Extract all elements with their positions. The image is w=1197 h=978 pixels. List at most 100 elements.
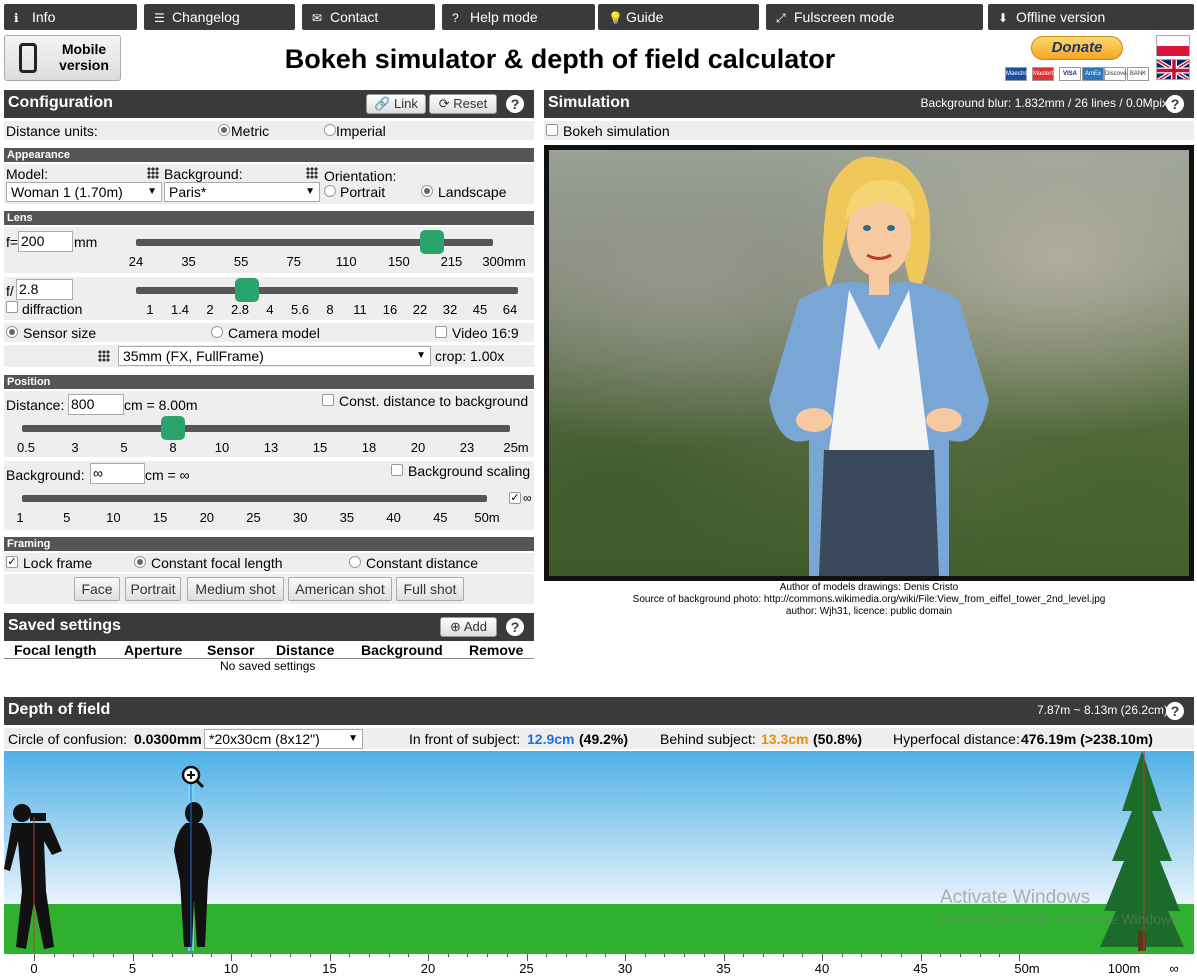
constant-distance-radio[interactable] (349, 556, 361, 568)
simulation-help-icon[interactable]: ? (1166, 95, 1184, 113)
reset-button[interactable]: ⟳ Reset (429, 94, 497, 114)
ruler-label: 25 (519, 961, 534, 976)
saved-help-icon[interactable]: ? (506, 618, 524, 636)
card-discover-icon: Discover (1104, 67, 1128, 81)
american-shot-button[interactable]: American shot (288, 577, 392, 601)
ruler-label: ∞ (1169, 961, 1179, 976)
slider-tick-label: 300mm (482, 254, 526, 269)
ruler-label: 10 (223, 961, 239, 976)
distance-slider[interactable] (22, 425, 510, 432)
dropdown-arrow-icon: ▼ (416, 350, 426, 361)
metric-radio[interactable] (218, 124, 230, 136)
nav-info-button[interactable]: ℹ Info (4, 4, 137, 30)
envelope-icon: ✉ (312, 11, 323, 25)
ruler-label: 15 (322, 961, 337, 976)
slider-tick-label: 30 (292, 510, 308, 525)
imperial-radio[interactable] (324, 124, 336, 136)
video-checkbox[interactable] (435, 326, 447, 338)
aperture-slider-handle[interactable] (234, 278, 259, 302)
slider-tick-label: 2.8 (230, 302, 250, 317)
nav-changelog-button[interactable]: ☰ Changelog (144, 4, 295, 30)
nav-fullscreen-button[interactable]: ⤢ Fulscreen mode (766, 4, 983, 30)
camera-model-radio[interactable] (211, 326, 223, 338)
aperture-input[interactable]: 2.8 (16, 279, 73, 300)
card-bank-icon: BANK (1127, 67, 1149, 81)
focal-length-input[interactable]: 200 (18, 231, 73, 252)
coc-select[interactable]: *20x30cm (8x12") ▼ (204, 729, 363, 749)
slider-tick-label: 45 (472, 302, 488, 317)
mobile-version-button[interactable]: Mobile version (4, 35, 121, 81)
background-slider[interactable] (22, 495, 487, 502)
woman-model-illustration (769, 156, 989, 576)
focal-length-slider-handle[interactable] (420, 230, 445, 254)
configuration-header: Configuration 🔗 Link ⟳ Reset ? (4, 90, 534, 118)
distance-input[interactable]: 800 (68, 394, 124, 415)
background-select[interactable]: Paris* ▼ (164, 182, 320, 202)
grid-icon[interactable] (306, 167, 318, 179)
bokeh-simulation-checkbox[interactable] (546, 124, 558, 136)
refresh-icon: ⟳ (438, 96, 450, 111)
distance-slider-handle[interactable] (161, 416, 186, 440)
slider-tick-label: 13 (263, 440, 279, 455)
add-settings-button[interactable]: ⊕ Add (440, 617, 497, 637)
aperture-row: f/ 2.8 diffraction 1 1.4 2 2.8 4 5.6 8 11 16 22 32… (4, 277, 534, 320)
nav-contact-button[interactable]: ✉ Contact (302, 4, 435, 30)
slider-tick-label: 1 (16, 510, 24, 525)
slider-tick-label: 15 (152, 510, 168, 525)
simulation-viewport[interactable] (544, 145, 1194, 581)
lightbulb-icon: 💡 (608, 11, 623, 25)
photographer-silhouette (4, 804, 62, 949)
dof-help-icon[interactable]: ? (1166, 702, 1184, 720)
slider-tick-label: 20 (410, 440, 426, 455)
lens-header: Lens (4, 211, 534, 225)
simulation-header: Simulation Background blur: 1.832mm / 26… (544, 90, 1194, 118)
slider-tick-label: 45 (433, 510, 448, 525)
background-scaling-checkbox[interactable] (391, 464, 403, 476)
aperture-slider[interactable] (136, 287, 518, 294)
nav-offline-button[interactable]: ⬇ Offline version (988, 4, 1194, 30)
sensor-select[interactable]: 35mm (FX, FullFrame) ▼ (118, 346, 431, 366)
infinity-checkbox[interactable]: ✓ (509, 492, 521, 504)
full-shot-button[interactable]: Full shot (396, 577, 464, 601)
slider-tick-label: 35 (181, 254, 196, 269)
top-nav: ℹ Info ☰ Changelog ✉ Contact ? Help mode 💡 Gu… (4, 4, 1194, 30)
slider-tick-label: 1 (146, 302, 154, 317)
nav-help-mode-button[interactable]: ? Help mode (442, 4, 595, 30)
ruler-label: 20 (420, 961, 436, 976)
landscape-radio[interactable] (421, 185, 433, 197)
slider-tick-label: 35 (339, 510, 355, 525)
dropdown-arrow-icon: ▼ (305, 186, 315, 197)
lock-frame-checkbox[interactable]: ✓ (6, 556, 18, 568)
portrait-radio[interactable] (324, 185, 336, 197)
medium-shot-button[interactable]: Medium shot (187, 577, 284, 601)
appearance-header: Appearance (4, 148, 534, 162)
slider-tick-label: 18 (361, 440, 377, 455)
face-button[interactable]: Face (74, 577, 120, 601)
donate-button[interactable]: Donate (1031, 36, 1123, 60)
uk-flag-icon[interactable] (1156, 59, 1190, 80)
ruler-label: 100m (1107, 961, 1141, 976)
grid-icon[interactable] (98, 350, 110, 362)
model-select[interactable]: Woman 1 (1.70m) ▼ (6, 182, 162, 202)
slider-tick-label: 75 (286, 254, 301, 269)
const-distance-bg-checkbox[interactable] (322, 394, 334, 406)
credit-background: Source of background photo: http://commo… (632, 594, 1106, 605)
portrait-button[interactable]: Portrait (125, 577, 181, 601)
slider-tick-label: 15 (312, 440, 328, 455)
background-input[interactable]: ∞ (90, 463, 145, 484)
sensor-size-radio[interactable] (6, 326, 18, 338)
ruler-label: 50m (1014, 961, 1040, 976)
link-button[interactable]: 🔗 Link (366, 94, 426, 114)
nav-guide-button[interactable]: 💡 Guide (598, 4, 759, 30)
magnifier-icon[interactable] (181, 765, 205, 789)
constant-focal-radio[interactable] (134, 556, 146, 568)
slider-tick-label: 22 (412, 302, 428, 317)
slider-tick-label: 64 (502, 302, 518, 317)
grid-icon[interactable] (147, 167, 159, 179)
polish-flag-icon[interactable] (1156, 35, 1190, 56)
credit-author: author: Wjh31, licence: public domain (785, 606, 953, 617)
card-mastercard-icon: MasterCard (1032, 67, 1064, 81)
dof-ruler: 0 5 10 15 20 25 30 35 40 45 50m 100m ∞ (4, 954, 1194, 978)
diffraction-checkbox[interactable] (6, 301, 18, 313)
config-help-icon[interactable]: ? (506, 95, 524, 113)
